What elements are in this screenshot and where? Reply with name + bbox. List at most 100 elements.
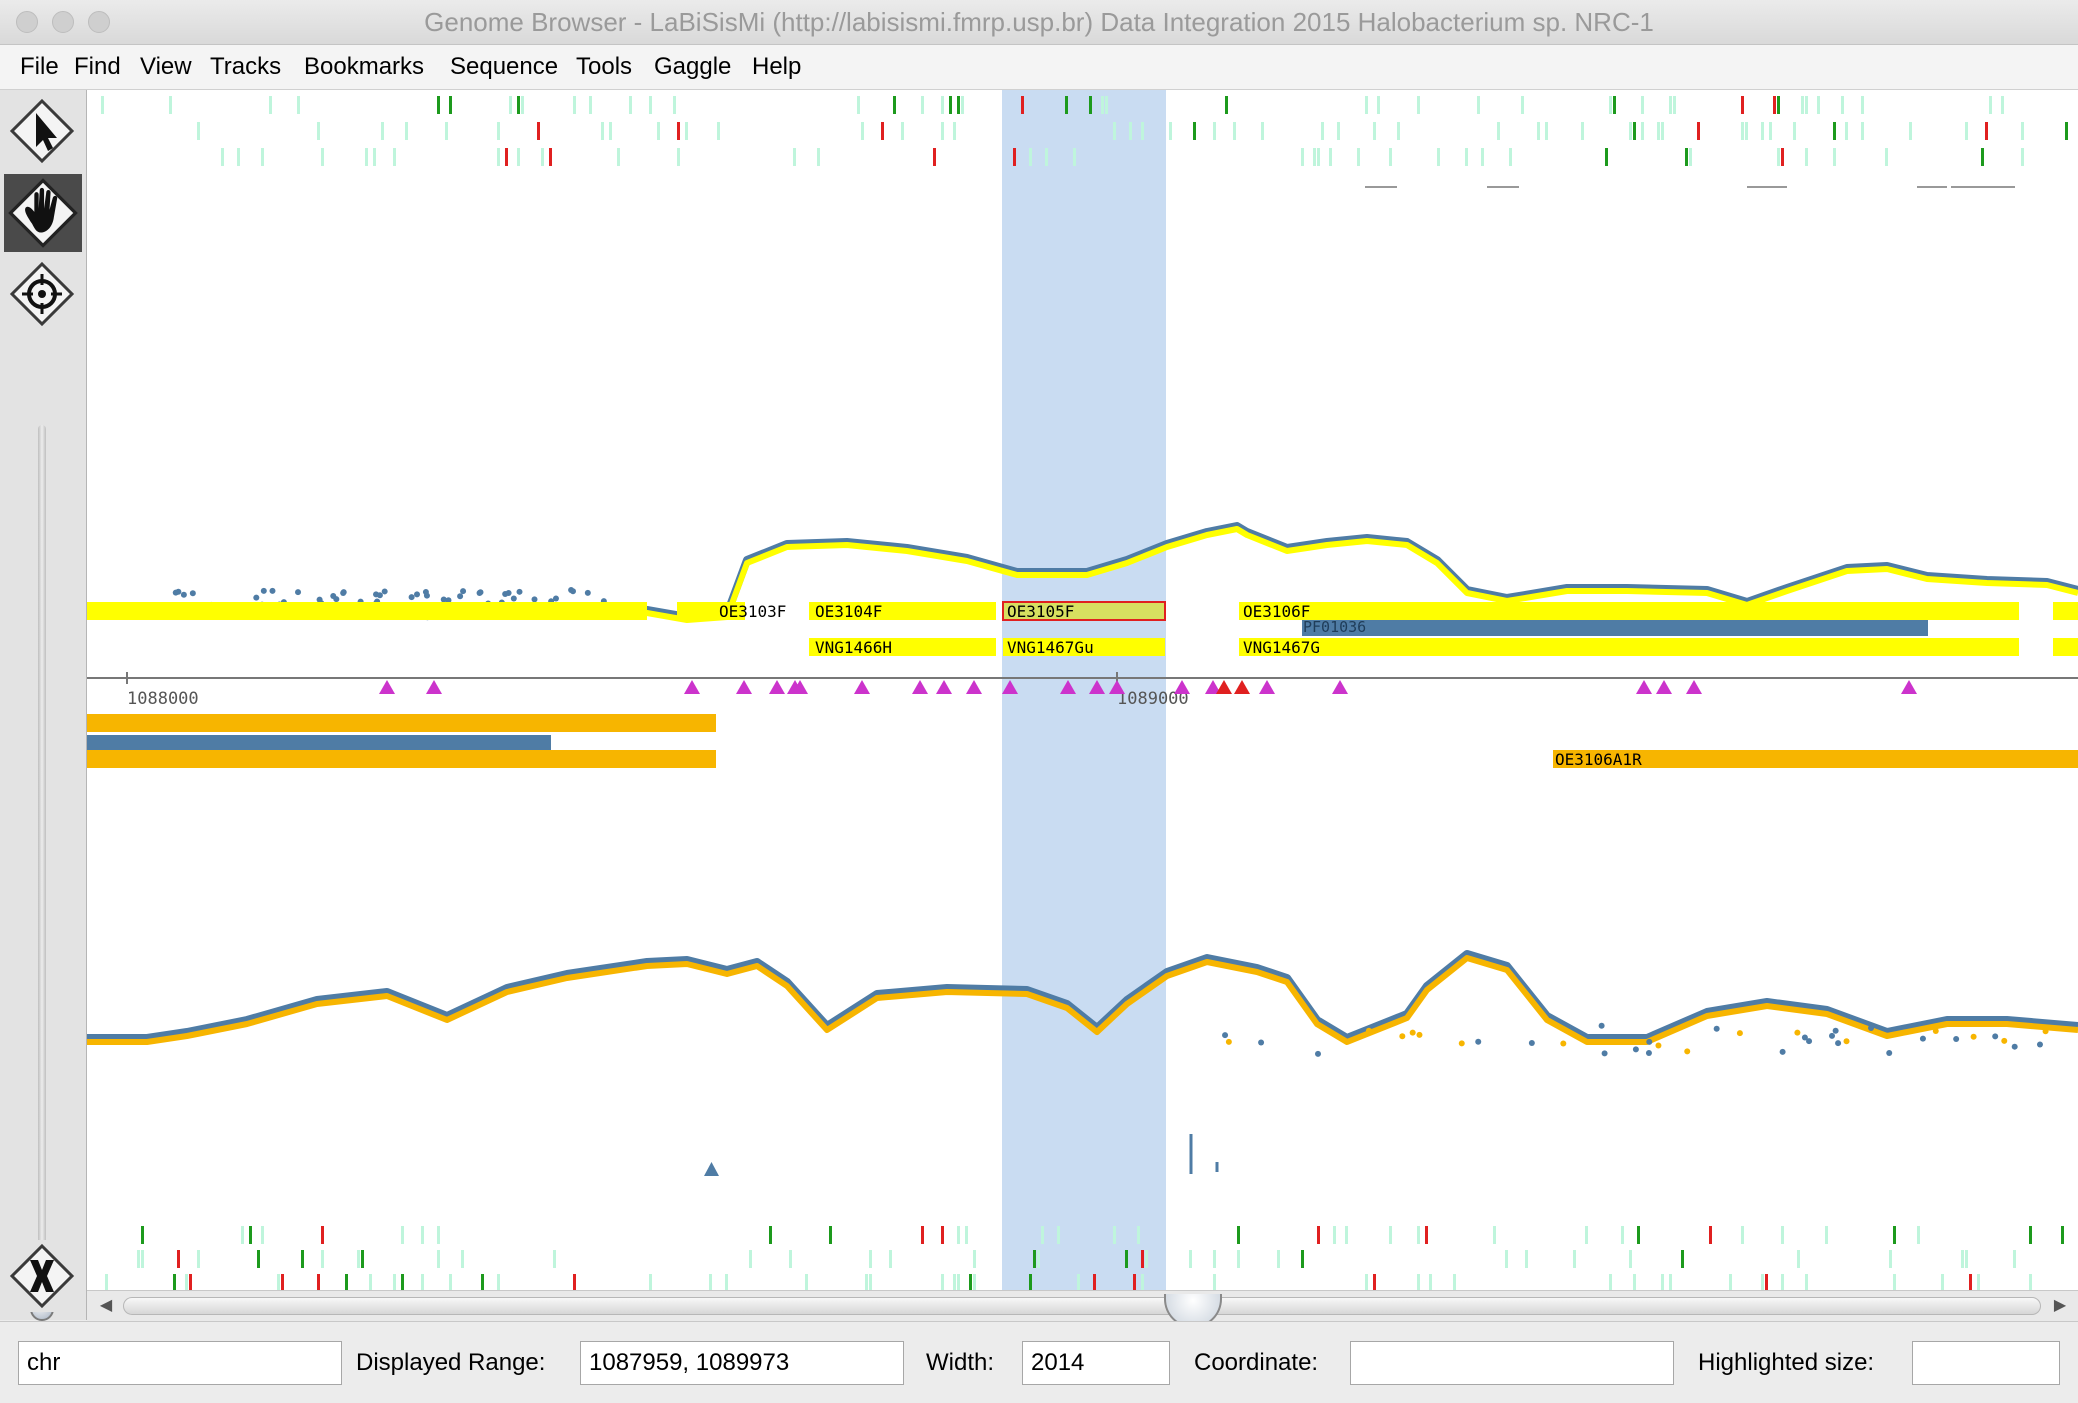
- menu-bar: File Find View Tracks Bookmarks Sequence…: [0, 45, 2078, 90]
- chromosome-field[interactable]: chr: [18, 1341, 342, 1385]
- peak-tick: [1301, 1250, 1304, 1268]
- peak-tick: [1057, 1226, 1060, 1244]
- track-canvas[interactable]: OE3103F OE3104F OE3105F OE3106FPF01036 VNG14…: [87, 90, 2078, 1290]
- peak-tick: [381, 122, 384, 140]
- peak-tick: [1573, 1250, 1576, 1268]
- motif-triangle: [684, 680, 700, 694]
- peak-tick: [481, 1274, 484, 1290]
- signal-dot: [1886, 1050, 1893, 1057]
- peak-tick: [1633, 122, 1636, 140]
- peak-tick: [1233, 122, 1236, 140]
- motif-triangle: [1234, 680, 1250, 694]
- peak-tick: [281, 1274, 284, 1290]
- menu-find[interactable]: Find: [74, 45, 121, 89]
- track-panel[interactable]: OE3103F OE3104F OE3105F OE3106F PF01036 VNG14…: [87, 90, 2078, 1290]
- peak-tick: [685, 122, 688, 140]
- signal-dot: [2001, 1037, 2008, 1044]
- peak-tick: [1581, 122, 1584, 140]
- coordinate-field[interactable]: [1350, 1341, 1674, 1385]
- peak-tick: [1453, 1274, 1456, 1290]
- signal-dot: [1399, 1033, 1406, 1040]
- signal-dot: [172, 589, 179, 596]
- width-field[interactable]: 2014: [1022, 1341, 1170, 1385]
- peak-tick: [505, 148, 508, 166]
- peak-tick: [677, 122, 680, 140]
- peak-tick: [1045, 148, 1048, 166]
- signal-dot: [295, 589, 302, 596]
- scroll-right-arrow-icon[interactable]: ▶: [2045, 1293, 2075, 1319]
- peak-tick: [769, 1226, 772, 1244]
- highlighted-size-field[interactable]: [1912, 1341, 2060, 1385]
- peak-tick: [941, 122, 944, 140]
- hand-icon[interactable]: [4, 174, 82, 252]
- crosshair-icon[interactable]: [6, 258, 78, 330]
- close-x-icon[interactable]: [6, 1240, 78, 1312]
- signal-dot: [569, 588, 576, 595]
- peak-tick: [789, 1250, 792, 1268]
- peak-tick: [1093, 1274, 1096, 1290]
- peak-tick: [1373, 122, 1376, 140]
- peak-tick: [1969, 1274, 1972, 1290]
- menu-view[interactable]: View: [140, 45, 192, 89]
- signal-dot: [1794, 1029, 1801, 1036]
- peak-tick: [1681, 1250, 1684, 1268]
- menu-sequence[interactable]: Sequence: [450, 45, 558, 89]
- peak-tick: [321, 1250, 324, 1268]
- peak-tick: [961, 96, 964, 114]
- peak-tick: [1113, 122, 1116, 140]
- peak-tick: [965, 1226, 968, 1244]
- signal-dot: [1970, 1033, 1977, 1040]
- peak-tick: [1521, 96, 1524, 114]
- peak-tick: [197, 122, 200, 140]
- peak-tick: [1237, 1250, 1240, 1268]
- tool-palette: [0, 90, 87, 1321]
- signal-dot: [1632, 1046, 1639, 1053]
- protein-domain-bar: [1302, 620, 1928, 636]
- menu-bookmarks[interactable]: Bookmarks: [304, 45, 424, 89]
- horizontal-scrollbar[interactable]: ◀ ▶: [87, 1290, 2078, 1328]
- peak-tick: [1089, 96, 1092, 114]
- peak-tick: [1641, 96, 1644, 114]
- menu-help[interactable]: Help: [752, 45, 801, 89]
- scroll-track[interactable]: [123, 1294, 2041, 1328]
- peak-tick: [1841, 96, 1844, 114]
- motif-triangle: [1901, 680, 1917, 694]
- menu-gaggle[interactable]: Gaggle: [654, 45, 731, 89]
- peak-tick: [1669, 1274, 1672, 1290]
- peak-tick: [2001, 96, 2004, 114]
- peak-tick: [1389, 148, 1392, 166]
- scroll-left-arrow-icon[interactable]: ◀: [91, 1293, 121, 1319]
- peak-tick: [189, 1274, 192, 1290]
- peak-tick: [1661, 122, 1664, 140]
- arrow-pointer-icon[interactable]: [6, 95, 78, 167]
- peak-tick: [1861, 122, 1864, 140]
- peak-tick: [717, 122, 720, 140]
- gene-label-oe3103f: OE3103F: [719, 602, 786, 621]
- menu-tracks[interactable]: Tracks: [210, 45, 281, 89]
- peak-tick: [345, 1274, 348, 1290]
- motif-triangle: [1686, 680, 1702, 694]
- menu-file[interactable]: File: [20, 45, 59, 89]
- signal-dot: [1225, 1038, 1232, 1045]
- peak-tick: [509, 96, 512, 114]
- peak-tick: [321, 148, 324, 166]
- menu-tools[interactable]: Tools: [576, 45, 632, 89]
- signal-dot: [460, 588, 467, 595]
- peak-tick: [517, 148, 520, 166]
- motif-triangle: [1259, 680, 1275, 694]
- window-title: Genome Browser - LaBiSisMi (http://labis…: [424, 7, 1654, 37]
- peak-tick: [889, 1250, 892, 1268]
- zoom-slider-track[interactable]: [38, 425, 46, 1305]
- peak-tick: [1261, 122, 1264, 140]
- peak-tick: [317, 122, 320, 140]
- peak-tick: [1277, 1250, 1280, 1268]
- peak-tick: [553, 1250, 556, 1268]
- peak-tick: [2061, 1226, 2064, 1244]
- coordinate-label: Coordinate:: [1194, 1349, 1319, 1376]
- gene-label-oe3106f: OE3106F: [1243, 602, 1310, 621]
- peak-tick: [1301, 148, 1304, 166]
- signal-dot: [1645, 1049, 1652, 1056]
- motif-triangle: [1216, 680, 1232, 694]
- displayed-range-field[interactable]: 1087959, 1089973: [580, 1341, 904, 1385]
- peak-tick: [317, 1274, 320, 1290]
